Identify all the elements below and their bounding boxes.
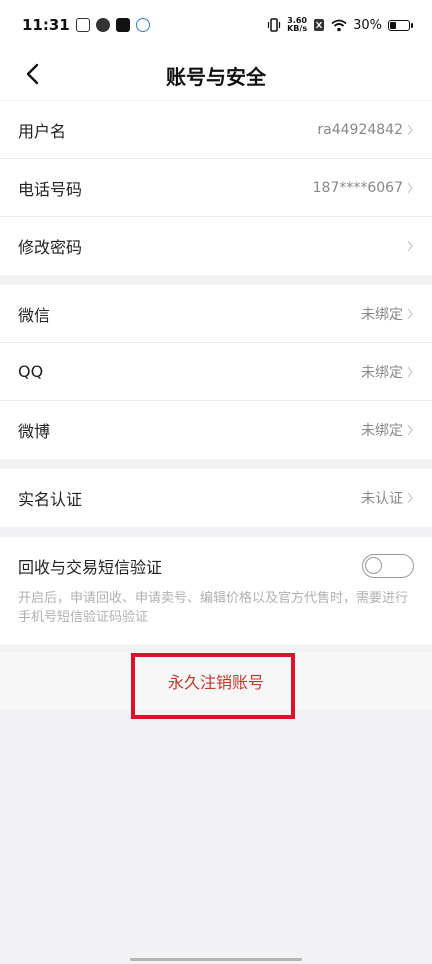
- chevron-right-icon: [407, 182, 413, 193]
- page-title: 账号与安全: [166, 64, 266, 89]
- tiktok-icon: [115, 18, 130, 32]
- row-value: 未认证: [361, 491, 403, 507]
- row-right: 未认证: [361, 488, 414, 508]
- row-qq[interactable]: QQ 未绑定: [0, 343, 432, 401]
- sms-verify-description: 开启后，申请回收、申请卖号、编辑价格以及官方代售时，需要进行手机号短信验证码验证: [18, 591, 409, 625]
- notification-box-icon: [75, 18, 90, 32]
- row-right: 未绑定: [361, 362, 414, 382]
- status-bar: 11:31 3.60 KB/s 30%: [0, 0, 432, 50]
- row-label: 修改密码: [18, 238, 83, 257]
- battery-text: 30%: [353, 17, 382, 33]
- row-username[interactable]: 用户名 ra44924842: [0, 101, 432, 159]
- toggle-knob: [365, 557, 382, 574]
- chevron-right-icon: [407, 240, 413, 252]
- row-value: ra44924842: [317, 121, 403, 138]
- row-value: 未绑定: [361, 423, 403, 439]
- row-label: 用户名: [18, 121, 67, 141]
- row-label: 微信: [18, 305, 51, 325]
- net-speed: 3.60 KB/s: [287, 17, 307, 33]
- battery-fill: [390, 21, 396, 29]
- sms-verify-toggle[interactable]: [362, 554, 414, 578]
- row-right: [403, 240, 414, 252]
- net-speed-unit: KB/s: [287, 24, 308, 33]
- home-indicator[interactable]: [130, 958, 302, 961]
- row-value: 187****6067: [312, 179, 403, 196]
- chevron-right-icon: [407, 308, 413, 319]
- status-right: 3.60 KB/s 30%: [267, 17, 413, 33]
- sms-verify-group: 回收与交易短信验证 开启后，申请回收、申请卖号、编辑价格以及官方代售时，需要进行…: [0, 537, 432, 645]
- row-value: 未绑定: [361, 306, 403, 323]
- row-right: 187****6067: [313, 180, 414, 196]
- row-value: 未绑定: [361, 364, 403, 381]
- battery-icon: [388, 19, 413, 31]
- chevron-right-icon: [407, 424, 413, 436]
- highlight-box: [131, 653, 295, 719]
- sim-no-signal-icon: [314, 19, 325, 31]
- chevron-right-icon: [407, 492, 413, 504]
- row-label: QQ: [18, 362, 44, 381]
- row-label: 电话号码: [18, 179, 83, 199]
- notification-app-icon: [95, 18, 110, 32]
- row-real-name[interactable]: 实名认证 未认证: [0, 469, 432, 527]
- row-wechat[interactable]: 微信 未绑定: [0, 285, 432, 343]
- chevron-right-icon: [407, 124, 413, 135]
- sms-verify-row: 回收与交易短信验证: [0, 537, 432, 595]
- row-right: 未绑定: [361, 420, 414, 440]
- wifi-icon: [331, 19, 347, 31]
- row-right: 未绑定: [361, 304, 414, 324]
- row-phone[interactable]: 电话号码 187****6067: [0, 159, 432, 217]
- row-label: 实名认证: [18, 490, 83, 509]
- nav-bar: 账号与安全: [0, 50, 432, 100]
- status-left: 11:31: [22, 16, 150, 34]
- row-change-password[interactable]: 修改密码: [0, 217, 432, 275]
- chevron-right-icon: [407, 366, 413, 377]
- sms-verify-label: 回收与交易短信验证: [18, 558, 163, 577]
- notification-bell-icon: [135, 18, 150, 32]
- account-group: 用户名 ra44924842 电话号码 187****6067 修改密码: [0, 101, 432, 275]
- row-weibo[interactable]: 微博 未绑定: [0, 401, 432, 459]
- status-time: 11:31: [22, 16, 70, 34]
- row-right: ra44924842: [317, 122, 414, 138]
- social-group: 微信 未绑定 QQ 未绑定 微博 未绑定: [0, 285, 432, 459]
- row-label: 微博: [18, 422, 51, 441]
- back-arrow-icon[interactable]: [20, 60, 48, 88]
- vibrate-icon: [268, 18, 281, 32]
- verify-group: 实名认证 未认证: [0, 469, 432, 527]
